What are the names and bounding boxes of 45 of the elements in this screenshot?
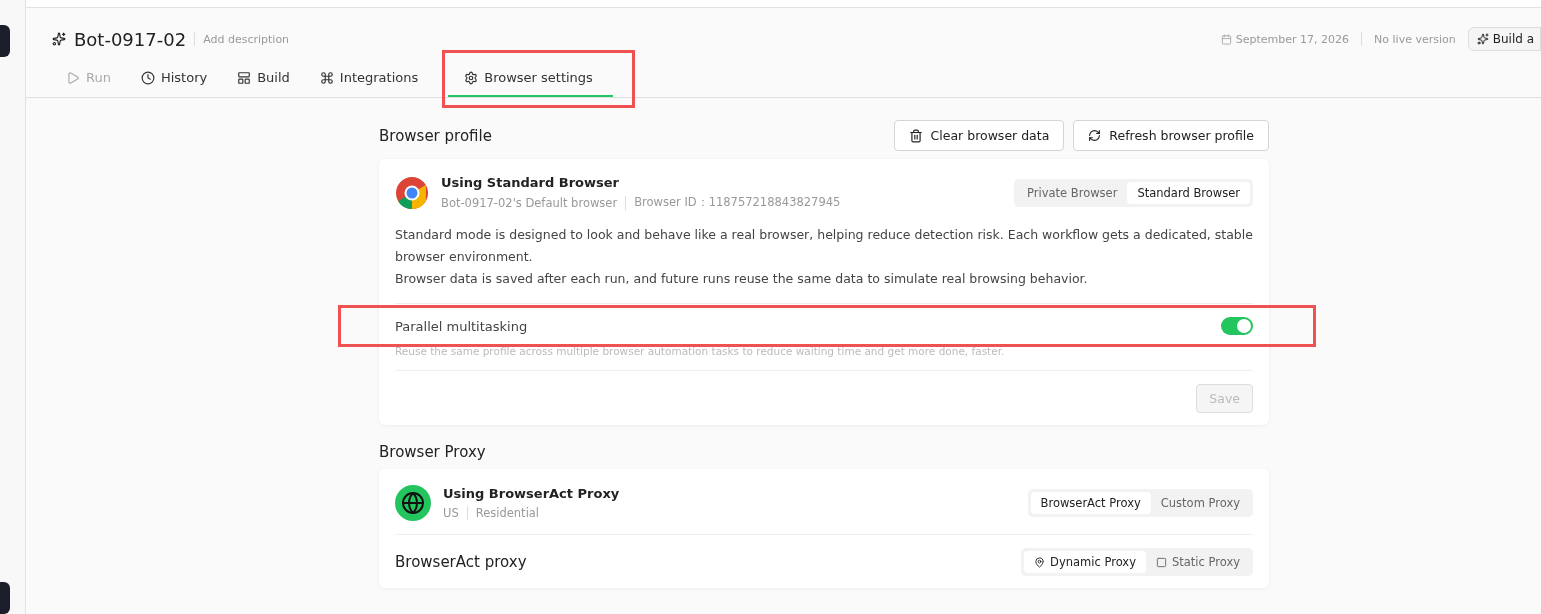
calendar-icon	[1220, 33, 1232, 45]
parallel-label: Parallel multitasking	[395, 318, 528, 334]
action-button[interactable]: Refresh browser profile	[1073, 120, 1269, 151]
action-button[interactable]: Clear browser data	[893, 120, 1065, 151]
version-text: No live version	[1374, 32, 1456, 46]
segment-option[interactable]: Private Browser	[1017, 181, 1128, 204]
browser-logo-icon	[395, 175, 429, 210]
tab[interactable]: Integrations	[319, 62, 419, 97]
globe-icon	[395, 485, 431, 521]
proxy-type-text: Residential	[475, 506, 540, 520]
date-text: September 17, 2026	[1235, 32, 1350, 46]
layout-icon	[237, 70, 252, 85]
section-heading: Browser profile	[379, 126, 492, 145]
tab[interactable]: Build	[237, 62, 290, 97]
segment-option[interactable]: Standard Browser	[1127, 181, 1250, 204]
sparkle-icon	[1476, 33, 1489, 45]
sparkle-icon	[52, 32, 66, 46]
play-icon	[66, 70, 80, 85]
refresh-icon	[1088, 129, 1102, 142]
tab[interactable]: Browser settings	[448, 62, 613, 97]
bot-title: Bot-0917-02	[74, 28, 187, 50]
segment-option[interactable]: Static Proxy	[1145, 551, 1250, 573]
segment-option[interactable]: Custom Proxy	[1150, 492, 1250, 514]
settings-icon	[464, 70, 479, 85]
segment-option[interactable]: BrowserAct Proxy	[1030, 492, 1151, 514]
profile-title: Using Standard Browser	[441, 175, 620, 190]
sidebar-button[interactable]	[0, 582, 10, 614]
region-text: US	[443, 506, 459, 520]
browser-id-text: Browser ID：118757218843827945	[634, 195, 841, 210]
tab[interactable]: History	[140, 62, 208, 97]
command-icon	[319, 70, 334, 85]
clock-icon	[140, 70, 155, 85]
subsection-heading: BrowserAct proxy	[395, 553, 527, 571]
proxy-title: Using BrowserAct Proxy	[443, 486, 620, 501]
section-heading: Browser Proxy	[379, 443, 486, 461]
build-button[interactable]: Build a	[1467, 27, 1541, 51]
segment-option[interactable]: Dynamic Proxy	[1024, 551, 1146, 573]
mode-description: Standard mode is designed to look and behave like a real browser, helping reduce detection risk. Each workflow gets a dedicated, stable browser environment. Browser data is saved after each run, and future runs reuse the same data to simulate real browsing behavior.	[395, 226, 1253, 288]
square-icon	[1155, 556, 1167, 568]
trash-icon	[908, 128, 923, 143]
parallel-toggle[interactable]	[1221, 317, 1253, 335]
pin-icon	[1034, 556, 1046, 568]
parallel-hint: Reuse the same profile across multiple browser automation tasks to reduce waiting time and get more done, faster.	[395, 345, 1006, 357]
default-browser-text: Bot-0917-02's Default browser	[441, 195, 618, 210]
sidebar-button[interactable]	[0, 25, 10, 57]
